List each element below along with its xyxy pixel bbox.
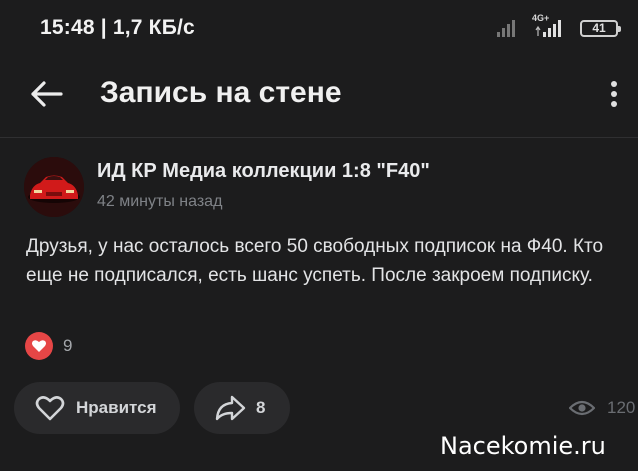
reactions-summary[interactable]: 9 bbox=[25, 332, 72, 360]
author-name[interactable]: ИД КР Медиа коллекции 1:8 "F40" bbox=[97, 160, 430, 183]
avatar[interactable] bbox=[24, 157, 84, 217]
status-time-speed: 15:48 | 1,7 КБ/с bbox=[40, 16, 195, 39]
post-time: 42 минуты назад bbox=[97, 193, 223, 210]
arrow-left-icon bbox=[31, 81, 63, 107]
eye-icon bbox=[569, 400, 595, 416]
share-button[interactable]: 8 bbox=[194, 382, 290, 434]
share-arrow-icon bbox=[215, 395, 246, 421]
wall-post-screen: 15:48 | 1,7 КБ/с 4G+ 41 Запись на стене bbox=[0, 0, 638, 471]
signal-icon bbox=[497, 20, 515, 37]
more-vertical-icon bbox=[611, 81, 617, 87]
heart-icon bbox=[25, 332, 53, 360]
share-count: 8 bbox=[256, 398, 266, 417]
red-car-image bbox=[24, 157, 84, 217]
like-button[interactable]: Нравится bbox=[14, 382, 180, 434]
status-bar: 15:48 | 1,7 КБ/с 4G+ 41 bbox=[0, 0, 638, 58]
views-count: 120 bbox=[607, 398, 636, 417]
battery-level: 41 bbox=[592, 21, 606, 35]
heart-outline-icon bbox=[35, 396, 65, 421]
battery-icon: 41 bbox=[580, 20, 621, 37]
reaction-count: 9 bbox=[63, 336, 73, 355]
more-menu-button[interactable] bbox=[598, 74, 630, 114]
like-label: Нравится bbox=[76, 398, 157, 417]
header-divider bbox=[0, 137, 638, 138]
app-header: Запись на стене bbox=[0, 58, 638, 128]
signal-strong-icon bbox=[535, 20, 561, 37]
page-title: Запись на стене bbox=[100, 76, 342, 109]
post-text: Друзья, у нас осталось всего 50 свободны… bbox=[26, 236, 604, 286]
views-counter: 120 bbox=[569, 398, 635, 418]
back-button[interactable] bbox=[24, 72, 68, 116]
watermark: Nacekomie.ru bbox=[440, 432, 606, 460]
